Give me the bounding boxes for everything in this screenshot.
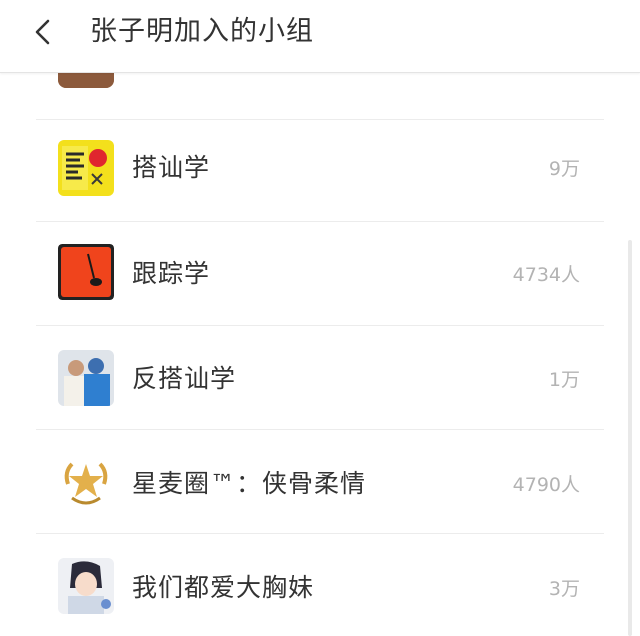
member-count: 4790人	[512, 474, 580, 496]
group-name: 我们都爱大胸妹	[132, 573, 315, 602]
group-avatar	[58, 350, 114, 406]
list-item[interactable]: 星麦圈™：侠骨柔情 4790人	[0, 430, 640, 534]
member-count: 4734人	[512, 264, 580, 286]
group-avatar	[58, 454, 114, 510]
top-bar: 张子明加入的小组	[0, 0, 640, 73]
scrollbar[interactable]	[628, 240, 632, 636]
member-count: 1万	[548, 369, 580, 391]
group-name: 搭讪学	[132, 153, 211, 182]
group-list-screen: 搭讪学 9万 跟踪学 4734人 反搭讪学 1万 星麦圈™：侠骨柔情 4790人…	[0, 0, 640, 636]
list-item[interactable]: 搭讪学 9万	[0, 118, 640, 222]
group-name: 跟踪学	[132, 259, 211, 288]
list-item[interactable]: 反搭讪学 1万	[0, 326, 640, 430]
back-button[interactable]	[22, 12, 66, 52]
group-avatar	[58, 244, 114, 300]
group-name: 星麦圈™：侠骨柔情	[132, 469, 367, 498]
group-name: 反搭讪学	[132, 364, 237, 393]
list-item[interactable]: 跟踪学 4734人	[0, 222, 640, 326]
page-title: 张子明加入的小组	[90, 16, 314, 47]
member-count: 9万	[548, 158, 580, 180]
list-item[interactable]: 我们都爱大胸妹 3万	[0, 534, 640, 636]
member-count: 3万	[548, 578, 580, 600]
chevron-left-icon	[22, 12, 66, 52]
group-avatar	[58, 140, 114, 196]
group-avatar	[58, 558, 114, 614]
